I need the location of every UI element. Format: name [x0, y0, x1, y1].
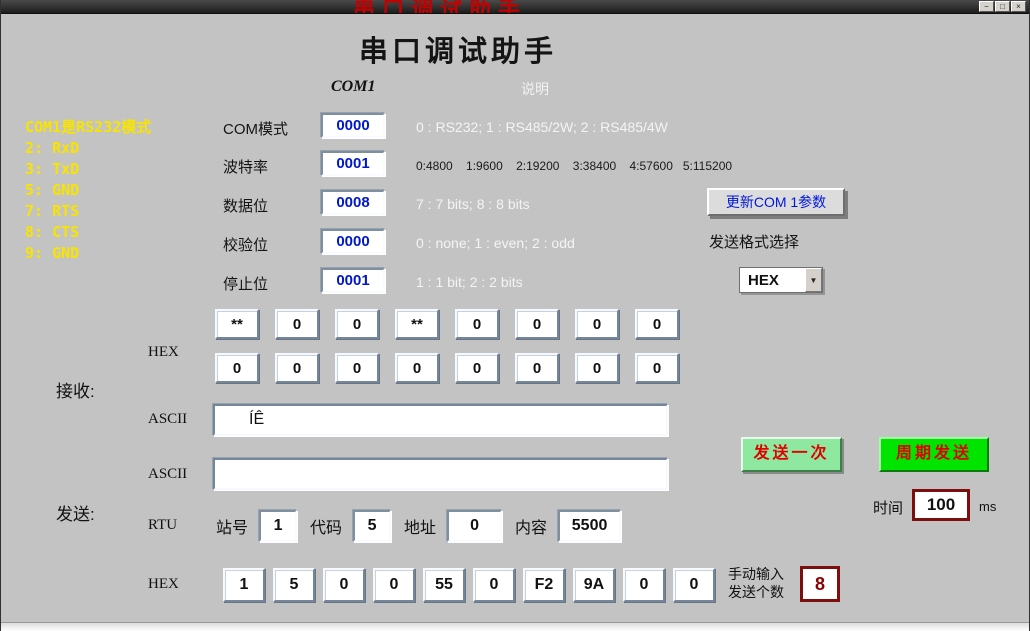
config-desc: 1 : 1 bit; 2 : 2 bits [416, 274, 523, 290]
config-desc: 0:4800 1:9600 2:19200 3:38400 4:57600 5:… [416, 159, 732, 173]
data-bits-input[interactable]: 0008 [321, 190, 385, 215]
send-ascii-field[interactable] [213, 458, 668, 490]
config-row-baud-rate: 波特率 0001 0:4800 1:9600 2:19200 3:38400 4… [223, 151, 863, 179]
rtu-field-label: 站号 [216, 514, 248, 538]
send-hex-cell[interactable]: 0 [473, 568, 515, 602]
format-select[interactable]: HEX ▼ [739, 267, 823, 293]
com-mode-input[interactable]: 0000 [321, 113, 385, 138]
config-desc: 0 : none; 1 : even; 2 : odd [416, 235, 575, 251]
manual-count-label-line2: 发送个数 [728, 583, 784, 601]
receive-hex-label: HEX [148, 344, 179, 361]
send-hex-cell[interactable]: F2 [523, 568, 565, 602]
periodic-send-button[interactable]: 周期发送 [879, 437, 989, 472]
receive-hex-cell[interactable]: 0 [455, 309, 499, 339]
send-hex-cell[interactable]: 0 [673, 568, 715, 602]
rtu-code-input[interactable]: 5 [353, 510, 391, 542]
send-hex-cell[interactable]: 1 [223, 568, 265, 602]
config-desc: 7 : 7 bits; 8 : 8 bits [416, 196, 530, 212]
rtu-station-input[interactable]: 1 [259, 510, 297, 542]
config-label: 波特率 [223, 156, 268, 177]
titlebar-ghost-title: 串口调试助手 [353, 0, 527, 14]
send-hex-row: 1 5 0 0 55 0 F2 9A 0 0 [223, 568, 715, 602]
send-hex-cell[interactable]: 5 [273, 568, 315, 602]
receive-hex-cell[interactable]: 0 [635, 353, 679, 383]
receive-hex-cell[interactable]: 0 [335, 353, 379, 383]
receive-hex-row-1: ** 0 0 ** 0 0 0 0 [215, 309, 679, 339]
receive-hex-cell[interactable]: 0 [575, 353, 619, 383]
receive-hex-cell[interactable]: 0 [395, 353, 439, 383]
ms-unit-label: ms [979, 499, 996, 514]
receive-hex-cell[interactable]: 0 [335, 309, 379, 339]
pinout-line: 9: GND [25, 243, 151, 264]
window-controls: − □ × [979, 1, 1026, 12]
receive-hex-cell[interactable]: 0 [575, 309, 619, 339]
send-hex-cell[interactable]: 0 [623, 568, 665, 602]
rtu-content-input[interactable]: 5500 [558, 510, 621, 542]
config-row-com-mode: COM模式 0000 0 : RS232; 1 : RS485/2W; 2 : … [223, 113, 863, 141]
receive-hex-cell[interactable]: ** [215, 309, 259, 339]
rtu-field-label: 内容 [515, 514, 547, 538]
config-label: 数据位 [223, 195, 268, 216]
receive-hex-cell[interactable]: 0 [215, 353, 259, 383]
pinout-info: COM1是RS232模式 2: RxD 3: TxD 5: GND 7: RTS… [25, 117, 151, 264]
send-ascii-label: ASCII [148, 466, 187, 483]
manual-count-label: 手动输入 发送个数 [728, 565, 784, 601]
time-label: 时间 [873, 497, 903, 518]
rtu-field-label: 代码 [310, 514, 342, 538]
rtu-field-label: 地址 [404, 514, 436, 538]
receive-hex-cell[interactable]: 0 [275, 309, 319, 339]
send-section-label: 发送: [56, 500, 95, 525]
rtu-row: 站号 1 代码 5 地址 0 内容 5500 [216, 509, 634, 543]
config-label: 校验位 [223, 234, 268, 255]
maximize-button[interactable]: □ [995, 1, 1010, 12]
pinout-line: 5: GND [25, 180, 151, 201]
pinout-line: 2: RxD [25, 138, 151, 159]
send-hex-cell[interactable]: 55 [423, 568, 465, 602]
receive-hex-cell[interactable]: 0 [515, 309, 559, 339]
parity-input[interactable]: 0000 [321, 229, 385, 254]
app-window: 串口调试助手 − □ × 串口调试助手 COM1 说明 COM1是RS232模式… [0, 0, 1030, 631]
manual-count-input[interactable]: 8 [800, 566, 840, 602]
chevron-down-icon[interactable]: ▼ [805, 268, 822, 292]
com-port-label: COM1 [331, 78, 375, 96]
pinout-line: COM1是RS232模式 [25, 117, 151, 138]
format-select-value: HEX [740, 268, 805, 292]
send-once-button[interactable]: 发送一次 [741, 437, 842, 472]
receive-hex-cell[interactable]: 0 [455, 353, 499, 383]
time-input[interactable]: 100 [912, 489, 970, 521]
receive-hex-row-2: 0 0 0 0 0 0 0 0 [215, 353, 679, 383]
receive-hex-cell[interactable]: 0 [635, 309, 679, 339]
send-hex-cell[interactable]: 0 [373, 568, 415, 602]
description-header-label: 说明 [521, 79, 549, 99]
stop-bits-input[interactable]: 0001 [321, 268, 385, 293]
receive-ascii-field[interactable]: ÍÊ [213, 404, 668, 436]
minimize-button[interactable]: − [979, 1, 994, 12]
pinout-line: 8: CTS [25, 222, 151, 243]
receive-hex-cell[interactable]: 0 [515, 353, 559, 383]
config-label: 停止位 [223, 273, 268, 294]
receive-ascii-label: ASCII [148, 411, 187, 428]
config-label: COM模式 [223, 118, 288, 139]
receive-hex-cell[interactable]: ** [395, 309, 439, 339]
send-hex-cell[interactable]: 0 [323, 568, 365, 602]
send-format-label: 发送格式选择 [709, 231, 799, 252]
send-hex-cell[interactable]: 9A [573, 568, 615, 602]
pinout-line: 7: RTS [25, 201, 151, 222]
rtu-address-input[interactable]: 0 [447, 510, 502, 542]
titlebar: 串口调试助手 − □ × [1, 0, 1029, 14]
receive-section-label: 接收: [56, 377, 95, 402]
close-button[interactable]: × [1011, 1, 1026, 12]
pinout-line: 3: TxD [25, 159, 151, 180]
bottom-strip [1, 622, 1029, 631]
manual-count-label-line1: 手动输入 [728, 565, 784, 583]
send-hex-label: HEX [148, 576, 179, 593]
receive-hex-cell[interactable]: 0 [275, 353, 319, 383]
baud-rate-input[interactable]: 0001 [321, 151, 385, 176]
update-com-params-button[interactable]: 更新COM 1参数 [707, 188, 845, 216]
config-desc: 0 : RS232; 1 : RS485/2W; 2 : RS485/4W [416, 119, 668, 135]
page-title: 串口调试助手 [359, 28, 557, 70]
rtu-label: RTU [148, 517, 177, 534]
